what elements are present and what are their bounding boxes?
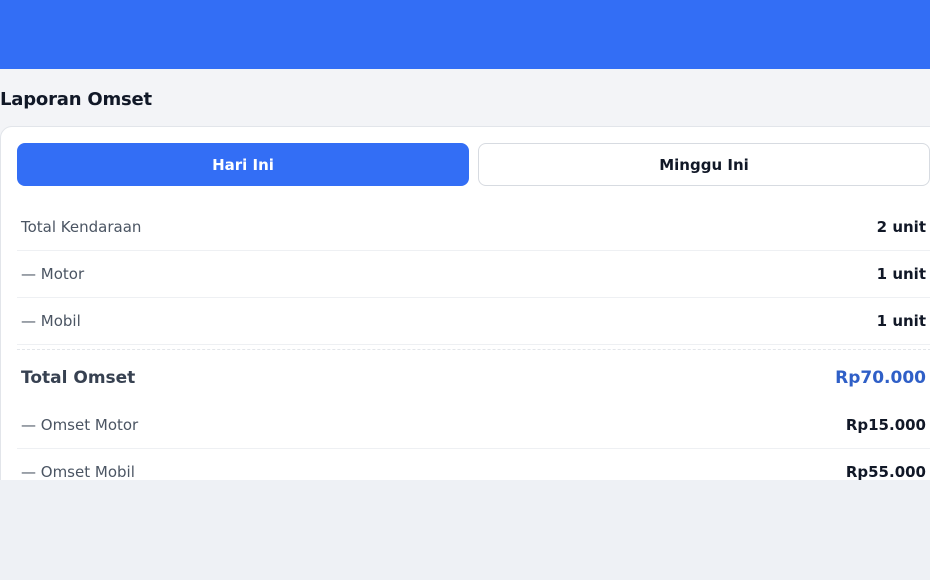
top-app-bar [0, 0, 930, 69]
report-card: Hari Ini Minggu Ini Total Kendaraan 2 un… [0, 126, 930, 480]
row-motor: — Motor 1 unit [17, 251, 930, 298]
total-kendaraan-value: 2 unit [876, 218, 926, 236]
report-page: Laporan Omset Hari Ini Minggu Ini Total … [0, 69, 930, 480]
row-omset-motor: — Omset Motor Rp15.000 [17, 402, 930, 449]
omset-mobil-label: — Omset Mobil [21, 463, 135, 480]
total-omset-label: Total Omset [21, 368, 136, 388]
total-omset-value: Rp70.000 [835, 368, 926, 388]
row-total-kendaraan: Total Kendaraan 2 unit [17, 204, 930, 251]
row-total-omset: Total Omset Rp70.000 [17, 350, 930, 406]
empty-background [0, 480, 930, 580]
page-title: Laporan Omset [0, 89, 152, 110]
omset-mobil-value: Rp55.000 [845, 463, 926, 480]
motor-label: — Motor [21, 265, 85, 283]
tab-minggu-ini[interactable]: Minggu Ini [478, 143, 930, 186]
mobil-label: — Mobil [21, 312, 81, 330]
omset-motor-label: — Omset Motor [21, 416, 139, 434]
mobil-value: 1 unit [876, 312, 926, 330]
row-mobil: — Mobil 1 unit [17, 298, 930, 345]
total-kendaraan-label: Total Kendaraan [21, 218, 142, 236]
omset-motor-value: Rp15.000 [845, 416, 926, 434]
motor-value: 1 unit [876, 265, 926, 283]
row-omset-mobil: — Omset Mobil Rp55.000 [17, 449, 930, 480]
tab-hari-ini[interactable]: Hari Ini [17, 143, 469, 186]
